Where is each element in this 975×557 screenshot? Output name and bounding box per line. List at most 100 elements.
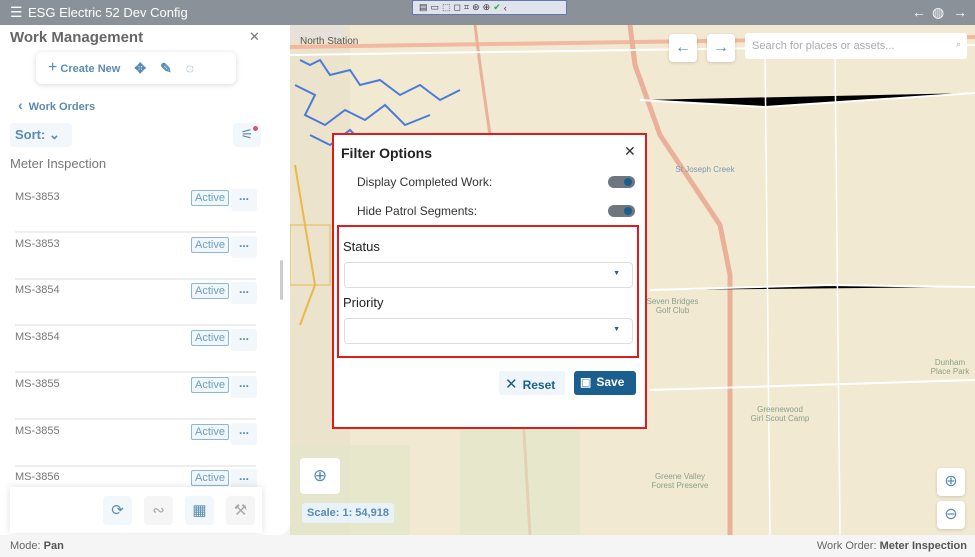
list-item[interactable]: MS-3853 Active ... xyxy=(15,234,257,280)
zoom-out-button[interactable]: ⊖ xyxy=(937,501,965,529)
work-order-indicator: Work Order: Meter Inspection xyxy=(816,540,967,552)
lasso-icon[interactable]: ◌ xyxy=(186,60,194,76)
region-icon[interactable]: ⌗ xyxy=(464,2,469,13)
map-label-st-joseph: St Joseph Creek xyxy=(675,165,735,174)
filter-button[interactable]: ⚟ xyxy=(233,123,261,147)
work-management-panel: Work Management ✕ + Create New ✥ ✎ ◌ ‹ Wo… xyxy=(0,25,290,535)
map-back-button[interactable]: ← xyxy=(669,34,697,62)
route-icon: ∾ xyxy=(152,501,165,519)
status-badge: Active xyxy=(191,330,229,347)
x-icon: ✕ xyxy=(505,376,518,393)
refresh-icon: ⟳ xyxy=(111,501,124,519)
status-badge: Active xyxy=(191,283,229,300)
more-options-button[interactable]: ... xyxy=(231,329,257,352)
status-select[interactable]: ▼ xyxy=(344,262,633,288)
more-options-button[interactable]: ... xyxy=(231,235,257,258)
app-title: ESG Electric 52 Dev Config xyxy=(28,5,188,20)
list-item[interactable]: MS-3855 Active ... xyxy=(15,374,257,420)
arrow-right-icon[interactable]: → xyxy=(953,4,967,20)
caret-down-icon: ▼ xyxy=(613,326,620,333)
settings-icon[interactable]: ⊛ xyxy=(472,2,480,13)
close-icon[interactable]: ✕ xyxy=(249,29,260,45)
highlighted-filters-region: Status ▼ Priority ▼ xyxy=(337,225,639,358)
panel-bottom-toolbar: ⟳ ∾ ▦ ⚒ xyxy=(10,487,262,533)
caret-down-icon: ▼ xyxy=(613,270,620,277)
more-options-button[interactable]: ... xyxy=(231,189,257,211)
work-order-id: MS-3855 xyxy=(15,424,60,437)
map-search-input[interactable]: Search for places or assets... ⌕ xyxy=(745,33,967,59)
reset-button[interactable]: ✕ Reset xyxy=(499,371,565,395)
more-options-button[interactable]: ... xyxy=(231,375,257,398)
map-label-greenewood: Greenewood Girl Scout Camp xyxy=(750,405,810,423)
zoom-in-icon: ⊕ xyxy=(944,473,958,490)
status-badge: Active xyxy=(191,470,229,487)
work-order-id: MS-3854 xyxy=(15,331,60,344)
helicopter-button[interactable]: ⚒ xyxy=(226,495,255,525)
panel-title: Work Management xyxy=(10,29,144,46)
map-label-dunham: Dunham Place Park xyxy=(930,358,970,376)
screenshot-icon[interactable]: ▤ xyxy=(419,2,428,13)
filter-active-indicator xyxy=(253,126,258,131)
work-order-id: MS-3856 xyxy=(15,471,60,484)
window-icon[interactable]: ◻ xyxy=(454,2,461,13)
crosshair-icon: ⊕ xyxy=(312,466,328,485)
filter-options-dialog: Filter Options ✕ Display Completed Work:… xyxy=(332,133,647,429)
more-options-button[interactable]: ... xyxy=(231,282,257,305)
status-bar: Mode: Pan Work Order: Meter Inspection xyxy=(0,535,975,557)
collapse-icon[interactable]: ‹ xyxy=(504,3,507,13)
plus-icon: + xyxy=(48,59,58,76)
sort-dropdown[interactable]: Sort: ⌄ xyxy=(10,123,72,147)
refresh-button[interactable]: ⟳ xyxy=(103,495,132,525)
filter-sliders-icon: ⚟ xyxy=(240,126,254,142)
scrollbar[interactable] xyxy=(280,260,283,300)
chevron-down-icon: ⌄ xyxy=(48,127,60,142)
status-badge: Active xyxy=(191,423,229,440)
priority-select[interactable]: ▼ xyxy=(344,318,633,344)
more-options-button[interactable]: ... xyxy=(231,422,257,445)
video-icon[interactable]: ▭ xyxy=(431,2,440,13)
back-to-work-orders[interactable]: ‹ Work Orders xyxy=(18,97,95,113)
map-label-greene-valley: Greene Valley Forest Preserve xyxy=(651,472,709,490)
work-order-id: MS-3855 xyxy=(15,377,60,390)
work-order-id: MS-3853 xyxy=(15,237,60,250)
chevron-left-icon: ‹ xyxy=(18,97,23,113)
map-label-north-station: North Station xyxy=(300,36,359,47)
arrow-left-icon[interactable]: ← xyxy=(912,4,926,20)
hide-patrol-label: Hide Patrol Segments: xyxy=(357,204,478,218)
accessibility-icon[interactable]: ⊕ xyxy=(483,2,491,13)
map-label-seven-bridges: Seven Bridges Golf Club xyxy=(646,297,699,315)
title-bar: ☰ ESG Electric 52 Dev Config ▤ ▭ ⬚ ◻ ⌗ ⊛… xyxy=(0,0,975,25)
panel-toolbar: + Create New ✥ ✎ ◌ xyxy=(36,52,236,84)
work-order-id: MS-3853 xyxy=(15,191,60,203)
calendar-button[interactable]: ▦ xyxy=(185,495,214,525)
zoom-in-button[interactable]: ⊕ xyxy=(937,468,965,496)
list-item[interactable]: MS-3853 Active ... xyxy=(15,187,257,233)
check-icon[interactable]: ✔ xyxy=(493,2,501,13)
save-icon: ▣ xyxy=(580,375,592,389)
priority-label: Priority xyxy=(343,295,384,310)
route-button[interactable]: ∾ xyxy=(144,495,173,525)
move-icon[interactable]: ✥ xyxy=(134,60,146,77)
work-order-id: MS-3854 xyxy=(15,284,60,297)
status-badge: Active xyxy=(191,376,229,393)
scale-readout: Scale: 1: 54,918 xyxy=(302,503,394,523)
globe-icon[interactable]: ◍ xyxy=(932,4,944,21)
locate-button[interactable]: ⊕ xyxy=(300,458,340,494)
create-new-button[interactable]: + Create New xyxy=(48,59,120,77)
pointer-icon[interactable]: ⬚ xyxy=(442,2,451,13)
pencil-icon[interactable]: ✎ xyxy=(160,60,172,77)
list-item[interactable]: MS-3854 Active ... xyxy=(15,280,257,327)
list-item[interactable]: MS-3855 Active ... xyxy=(15,421,257,467)
list-item[interactable]: MS-3854 Active ... xyxy=(15,327,257,374)
hamburger-icon[interactable]: ☰ xyxy=(10,4,23,21)
display-completed-toggle[interactable] xyxy=(608,176,635,188)
map-forward-button[interactable]: → xyxy=(707,34,735,62)
save-button[interactable]: ▣ Save xyxy=(574,371,636,395)
status-badge: Active xyxy=(191,190,229,206)
close-icon[interactable]: ✕ xyxy=(624,143,636,160)
arrow-right-icon: → xyxy=(713,39,729,56)
hide-patrol-toggle[interactable] xyxy=(608,205,635,217)
arrow-left-icon: ← xyxy=(675,39,691,56)
zoom-out-icon: ⊖ xyxy=(944,506,958,523)
recorder-toolbar: ▤ ▭ ⬚ ◻ ⌗ ⊛ ⊕ ✔ ‹ xyxy=(412,0,567,15)
